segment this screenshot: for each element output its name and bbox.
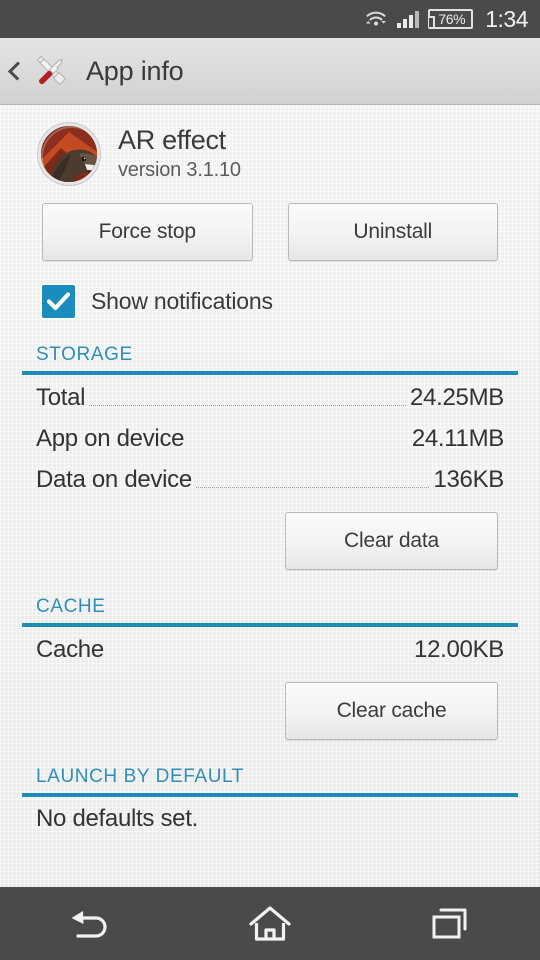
storage-total-value: 24.25MB: [410, 384, 504, 411]
wifi-icon: [364, 9, 388, 29]
launch-default-row: No defaults set.: [22, 797, 518, 833]
home-nav-icon[interactable]: [180, 887, 360, 960]
device-screen: 76% 1:34 App info AR effect version 3.1.…: [0, 0, 540, 960]
storage-data-label: Data on device: [36, 466, 192, 493]
storage-total-label: Total: [36, 384, 86, 411]
back-chevron-icon[interactable]: [7, 56, 24, 86]
battery-level: 76%: [438, 11, 466, 27]
app-name: AR effect: [118, 124, 226, 155]
app-version: version 3.1.10: [118, 159, 241, 182]
status-clock: 1:34: [485, 5, 528, 32]
navigation-bar: [0, 887, 540, 960]
storage-app-value: 24.11MB: [411, 425, 504, 452]
cache-label: Cache: [36, 636, 104, 663]
section-header-launch-by-default: LAUNCH BY DEFAULT: [22, 766, 518, 797]
section-header-cache: CACHE: [22, 596, 518, 627]
recents-nav-icon[interactable]: [360, 887, 540, 960]
clear-cache-button[interactable]: Clear cache: [285, 682, 498, 740]
section-title-storage: STORAGE: [36, 344, 133, 365]
section-header-storage: STORAGE: [22, 344, 518, 375]
back-nav-icon[interactable]: [0, 887, 180, 960]
storage-row-app-on-device: App on device 24.11MB: [22, 416, 518, 457]
section-title-cache: CACHE: [36, 596, 106, 617]
app-meta: AR effect version 3.1.10: [118, 124, 241, 183]
leader-spacer: [188, 446, 408, 447]
show-notifications-label: Show notifications: [91, 288, 273, 314]
storage-app-label: App on device: [36, 425, 185, 452]
app-header: AR effect version 3.1.10: [0, 105, 540, 191]
page-title: App info: [86, 55, 184, 86]
app-action-buttons: Force stop Uninstall: [0, 191, 540, 261]
storage-row-total: Total 24.25MB: [22, 375, 518, 416]
battery-icon: 76%: [428, 9, 474, 29]
storage-data-value: 136KB: [433, 466, 504, 493]
launch-default-text: No defaults set.: [36, 805, 198, 832]
settings-tools-icon[interactable]: [29, 48, 75, 94]
app-info-content: AR effect version 3.1.10 Force stop Unin…: [0, 105, 540, 887]
signal-bars-icon: [397, 10, 420, 28]
ar-effect-dinosaur-icon: [38, 123, 100, 185]
action-bar: App info: [0, 38, 540, 105]
clear-data-row: Clear data: [0, 498, 540, 570]
storage-row-data-on-device: Data on device 136KB: [22, 457, 518, 498]
show-notifications-row[interactable]: Show notifications: [0, 261, 540, 318]
cache-value: 12.00KB: [414, 636, 504, 663]
checkmark-icon: [47, 292, 70, 311]
leader-dots: [89, 405, 407, 406]
status-bar: 76% 1:34: [0, 0, 540, 38]
cache-row: Cache 12.00KB: [22, 627, 518, 668]
clear-data-button[interactable]: Clear data: [285, 512, 498, 570]
leader-dots: [195, 487, 430, 488]
section-title-launch-by-default: LAUNCH BY DEFAULT: [36, 766, 244, 787]
uninstall-button[interactable]: Uninstall: [287, 203, 498, 261]
force-stop-button[interactable]: Force stop: [42, 203, 253, 261]
clear-cache-row: Clear cache: [0, 668, 540, 740]
leader-spacer: [108, 657, 410, 658]
show-notifications-checkbox[interactable]: [42, 285, 75, 318]
